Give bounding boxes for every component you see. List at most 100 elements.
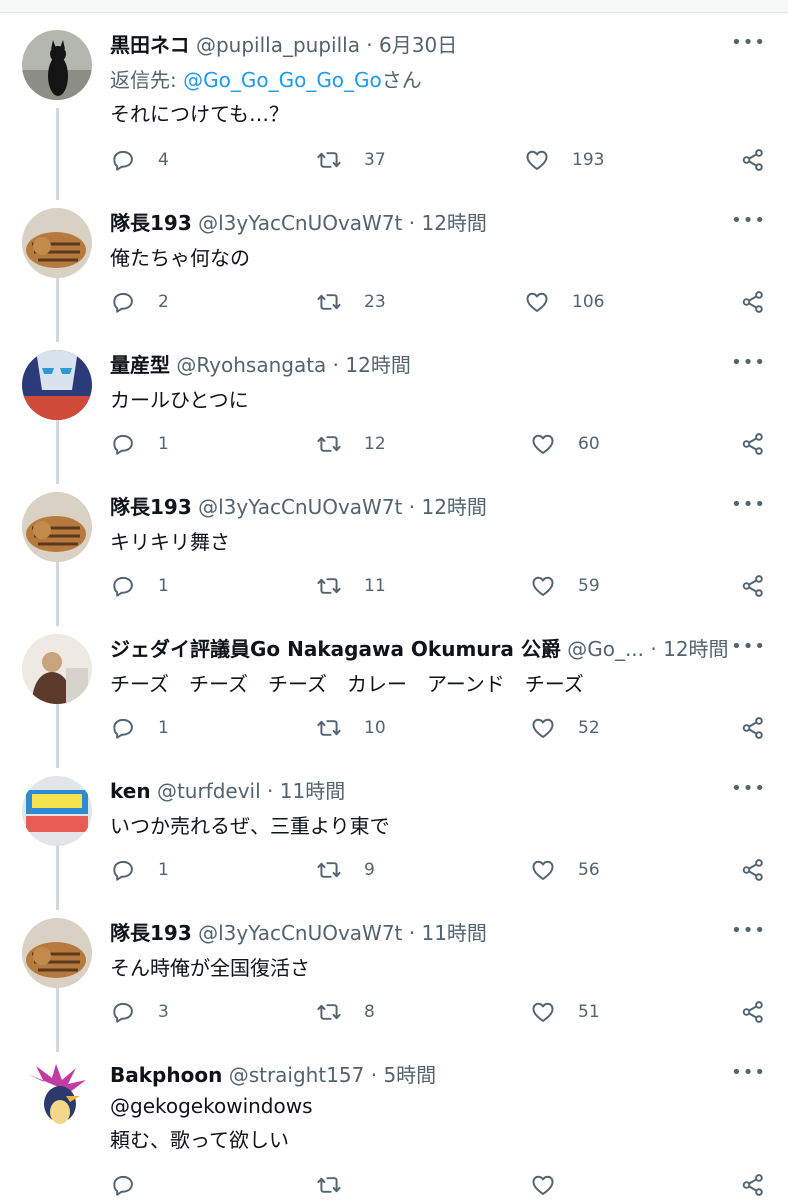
reply-button[interactable]: 1 [110, 429, 169, 459]
reply-button[interactable]: 1 [110, 855, 169, 885]
share-button[interactable] [740, 713, 766, 743]
more-icon[interactable]: ••• [731, 494, 766, 515]
heart-icon [524, 147, 550, 173]
heart-icon [530, 1172, 556, 1198]
share-button[interactable] [740, 429, 766, 459]
share-button[interactable] [740, 1170, 766, 1200]
more-icon[interactable]: ••• [731, 920, 766, 941]
like-count: 51 [578, 1002, 600, 1022]
retweet-icon [316, 289, 342, 315]
tweet[interactable]: ジェダイ評議員Go Nakagawa Okumura 公爵 @Go_... · … [0, 604, 788, 746]
tweet-header: Bakphoon @straight157 · 5時間 [110, 1060, 728, 1090]
timestamp[interactable]: 6月30日 [379, 33, 457, 57]
user-handle[interactable]: @pupilla_pupilla [196, 33, 360, 57]
avatar[interactable] [22, 492, 92, 562]
timestamp[interactable]: 12時間 [345, 353, 410, 377]
like-button[interactable]: 59 [530, 571, 600, 601]
more-icon[interactable]: ••• [731, 32, 766, 53]
tweet[interactable]: 隊長193 @l3yYacCnUOvaW7t · 12時間 ••• キリキリ舞さ… [0, 462, 788, 604]
separator: · [364, 1063, 384, 1087]
timestamp[interactable]: 12時間 [421, 495, 486, 519]
avatar[interactable] [22, 350, 92, 420]
share-button[interactable] [740, 997, 766, 1027]
like-button[interactable] [530, 1170, 578, 1200]
like-button[interactable]: 60 [530, 429, 600, 459]
share-button[interactable] [740, 287, 766, 317]
reply-button[interactable]: 1 [110, 571, 169, 601]
retweet-button[interactable]: 9 [316, 855, 375, 885]
retweet-button[interactable] [316, 1170, 364, 1200]
mention-link[interactable]: @gekogekowindows [110, 1094, 313, 1118]
like-button[interactable]: 52 [530, 713, 600, 743]
reply-button[interactable]: 2 [110, 287, 169, 317]
display-name[interactable]: 量産型 [110, 353, 170, 377]
user-handle[interactable]: @Ryohsangata [176, 353, 326, 377]
share-button[interactable] [740, 145, 766, 175]
retweet-count: 23 [364, 292, 386, 312]
more-icon[interactable]: ••• [731, 210, 766, 231]
user-handle[interactable]: @turfdevil [157, 779, 261, 803]
user-handle[interactable]: @Go_... [567, 637, 644, 661]
user-handle[interactable]: @straight157 [229, 1063, 365, 1087]
reply-button[interactable] [110, 1170, 158, 1200]
avatar[interactable] [22, 208, 92, 278]
like-button[interactable]: 106 [524, 287, 604, 317]
display-name[interactable]: ken [110, 779, 151, 803]
tweet-actions: 3 8 51 [0, 997, 788, 1027]
timestamp[interactable]: 11時間 [280, 779, 345, 803]
reply-count: 4 [158, 150, 169, 170]
more-icon[interactable]: ••• [731, 636, 766, 657]
avatar[interactable] [22, 30, 92, 100]
retweet-button[interactable]: 11 [316, 571, 386, 601]
timestamp[interactable]: 11時間 [421, 921, 486, 945]
reply-icon [110, 999, 136, 1025]
tweet[interactable]: 量産型 @Ryohsangata · 12時間 ••• カールひとつに 1 12… [0, 320, 788, 462]
timestamp[interactable]: 12時間 [663, 637, 728, 661]
retweet-count: 8 [364, 1002, 375, 1022]
display-name[interactable]: 隊長193 [110, 921, 192, 945]
reply-button[interactable]: 3 [110, 997, 169, 1027]
more-icon[interactable]: ••• [731, 1062, 766, 1083]
user-handle[interactable]: @l3yYacCnUOvaW7t [198, 211, 402, 235]
avatar[interactable] [22, 776, 92, 846]
separator: · [402, 211, 422, 235]
avatar[interactable] [22, 634, 92, 704]
tweet[interactable]: 黒田ネコ @pupilla_pupilla · 6月30日 ••• 返信先: @… [0, 0, 788, 142]
avatar[interactable] [22, 1060, 92, 1130]
retweet-button[interactable]: 8 [316, 997, 375, 1027]
timestamp[interactable]: 5時間 [383, 1063, 436, 1087]
display-name[interactable]: ジェダイ評議員Go Nakagawa Okumura 公爵 [110, 637, 561, 661]
mention-link[interactable]: @Go_Go_Go_Go_Go [183, 68, 382, 92]
tweet[interactable]: ken @turfdevil · 11時間 ••• いつか売れるぜ、三重より東で… [0, 746, 788, 888]
user-handle[interactable]: @l3yYacCnUOvaW7t [198, 495, 402, 519]
share-button[interactable] [740, 855, 766, 885]
tweet[interactable]: 隊長193 @l3yYacCnUOvaW7t · 12時間 ••• 俺たちゃ何な… [0, 178, 788, 320]
tweet-header: 隊長193 @l3yYacCnUOvaW7t · 12時間 [110, 208, 728, 238]
more-icon[interactable]: ••• [731, 778, 766, 799]
retweet-button[interactable]: 37 [316, 145, 386, 175]
like-count: 59 [578, 576, 600, 596]
tweet-text: いつか売れるぜ、三重より東で [110, 814, 390, 838]
retweet-button[interactable]: 23 [316, 287, 386, 317]
like-button[interactable]: 51 [530, 997, 600, 1027]
reply-button[interactable]: 4 [110, 145, 169, 175]
display-name[interactable]: 隊長193 [110, 495, 192, 519]
user-handle[interactable]: @l3yYacCnUOvaW7t [198, 921, 402, 945]
tweet[interactable]: 隊長193 @l3yYacCnUOvaW7t · 11時間 ••• そん時俺が全… [0, 888, 788, 1030]
retweet-count: 12 [364, 434, 386, 454]
retweet-button[interactable]: 10 [316, 713, 386, 743]
tweet[interactable]: Bakphoon @straight157 · 5時間 ••• @gekogek… [0, 1030, 788, 1200]
more-icon[interactable]: ••• [731, 352, 766, 373]
retweet-button[interactable]: 12 [316, 429, 386, 459]
display-name[interactable]: 黒田ネコ [110, 33, 190, 57]
display-name[interactable]: Bakphoon [110, 1063, 222, 1087]
timestamp[interactable]: 12時間 [421, 211, 486, 235]
reply-button[interactable]: 1 [110, 713, 169, 743]
share-button[interactable] [740, 571, 766, 601]
avatar[interactable] [22, 918, 92, 988]
like-button[interactable]: 193 [524, 145, 604, 175]
reply-icon [110, 573, 136, 599]
display-name[interactable]: 隊長193 [110, 211, 192, 235]
like-button[interactable]: 56 [530, 855, 600, 885]
tweet-actions: 1 12 60 [0, 429, 788, 459]
